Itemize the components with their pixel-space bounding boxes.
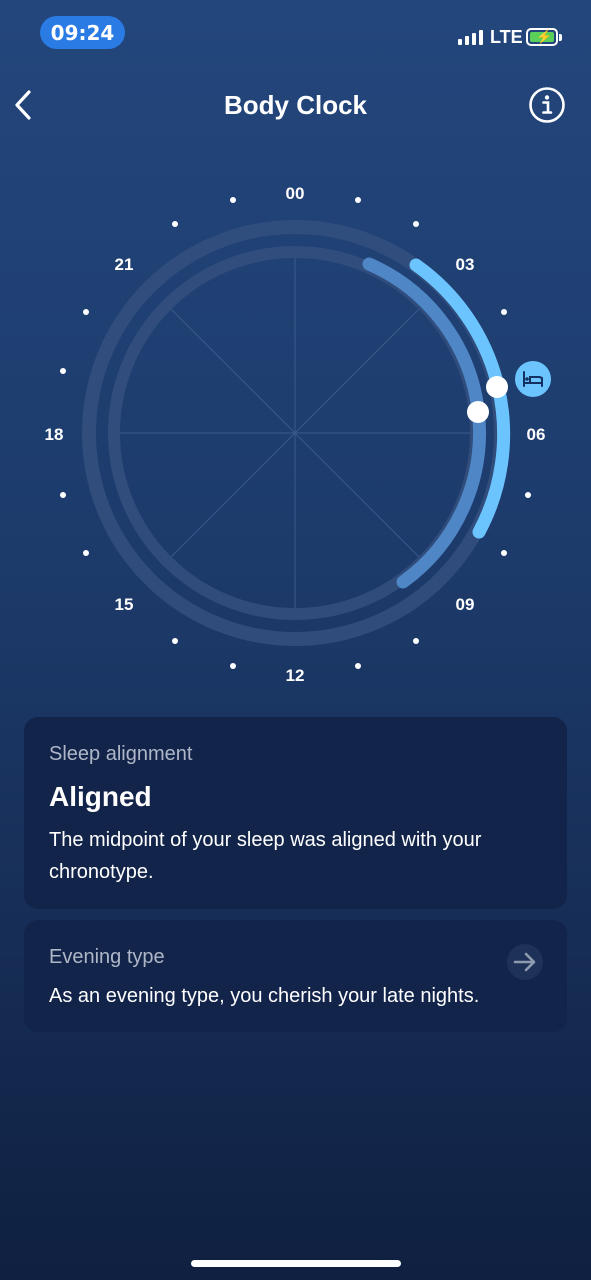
sleep-alignment-label: Sleep alignment [49,743,193,765]
clock-spokes [119,257,471,609]
hour-label-18: 18 [45,425,64,444]
chronotype-midpoint-marker[interactable] [467,401,489,423]
hour-label-09: 09 [456,595,475,614]
hour-label-21: 21 [115,255,134,274]
page-title: Body Clock [223,90,368,120]
info-button[interactable] [528,86,566,124]
home-indicator[interactable] [191,1260,401,1267]
signal-icon [458,30,483,45]
hour-label-03: 03 [456,255,475,274]
chronotype-description: As an evening type, you cherish your lat… [49,985,480,1007]
battery-icon: ⚡ [526,28,562,46]
info-icon [529,87,565,123]
chronotype-details-button[interactable] [507,944,543,980]
sleep-midpoint-marker[interactable] [486,376,508,398]
status-bar: 09:24 LTE ⚡ [0,0,591,70]
body-clock-dial: 00 03 06 09 12 15 18 21 [45,184,551,685]
arrow-right-icon [513,952,536,972]
status-time: 09:24 [40,16,125,49]
network-label: LTE [490,27,523,47]
alignment-status: Aligned [49,781,152,812]
hour-label-00: 00 [286,184,305,203]
alignment-description: The midpoint of your sleep was aligned w… [49,829,482,883]
hour-label-12: 12 [286,666,305,685]
chronotype-card[interactable]: Evening type As an evening type, you che… [24,920,567,1032]
hour-label-06: 06 [527,425,546,444]
nav-bar: Body Clock [0,80,591,130]
sleep-alignment-card: Sleep alignment Aligned The midpoint of … [24,717,567,909]
bed-icon [515,361,551,397]
hour-label-15: 15 [115,595,134,614]
chronotype-label: Evening type [49,946,165,968]
